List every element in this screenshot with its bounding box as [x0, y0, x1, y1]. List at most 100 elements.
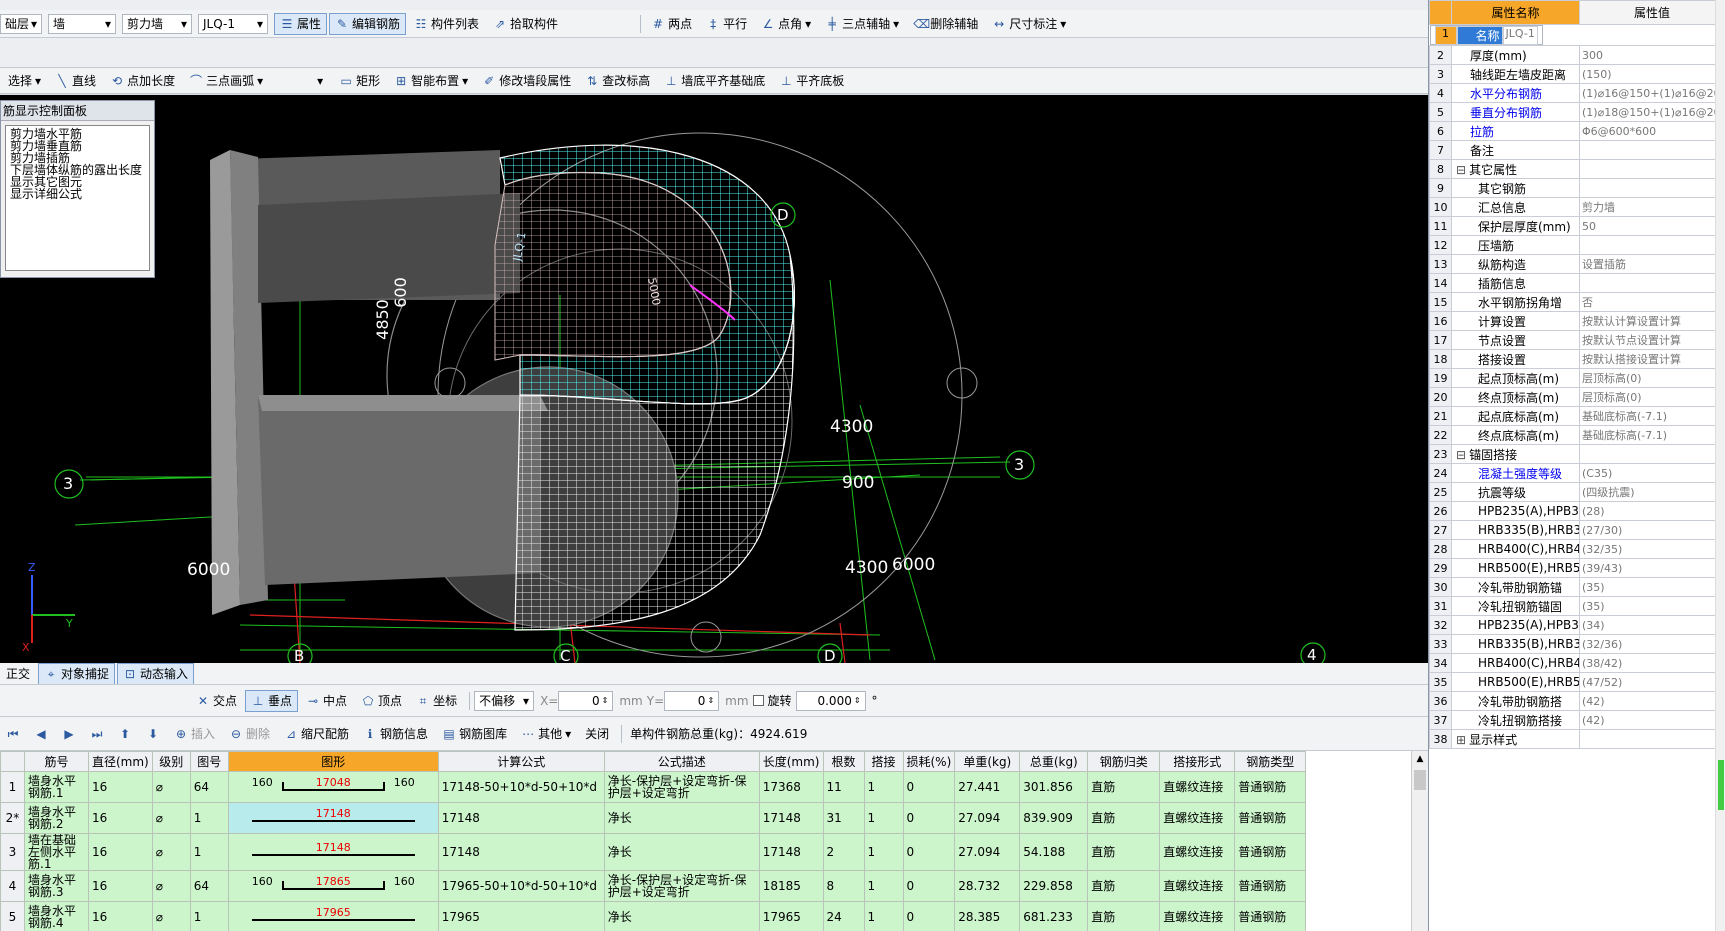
property-name[interactable]: HRB335(B),HRB3	[1451, 634, 1580, 654]
close-button[interactable]: 关闭	[579, 723, 615, 745]
cell-class[interactable]: 直筋	[1087, 833, 1161, 871]
cell-description[interactable]: 净长	[603, 833, 760, 871]
property-row[interactable]: 3 轴线距左墙皮距离 (150)	[1429, 64, 1725, 84]
scroll-thumb[interactable]	[1414, 770, 1426, 790]
grid-header-diameter[interactable]: 直径(mm)	[88, 751, 153, 772]
property-value[interactable]: 按默认搭接设置计算	[1579, 349, 1725, 369]
property-name[interactable]: 纵筋构造	[1451, 254, 1580, 274]
property-name[interactable]: 终点底标高(m)	[1451, 425, 1580, 445]
property-name[interactable]: 压墙筋	[1451, 235, 1580, 255]
midpoint-button[interactable]: ⊸ 中点	[300, 690, 353, 712]
cell-description[interactable]: 净长-保护层+设定弯折-保护层+设定弯折	[603, 771, 760, 803]
property-row[interactable]: 17 节点设置 按默认节点设置计算	[1429, 330, 1725, 350]
cell-grade[interactable]: ⌀	[151, 771, 191, 803]
property-value[interactable]: 300	[1579, 45, 1725, 65]
floor-select[interactable]: 础层 ▾	[0, 13, 42, 34]
property-name[interactable]: HRB400(C),HRB4	[1451, 653, 1580, 673]
property-name[interactable]: ⊞ 显示样式	[1451, 729, 1580, 749]
cell-formula[interactable]: 17148	[437, 802, 605, 834]
cell-figure[interactable]: 160 17048 160	[227, 771, 439, 803]
row-index[interactable]: 3	[0, 833, 25, 871]
property-row[interactable]: 12 压墙筋	[1429, 235, 1725, 255]
grid-header-lap-form[interactable]: 搭接形式	[1159, 751, 1236, 772]
insert-button[interactable]: ⊕ 插入	[168, 723, 221, 745]
property-button[interactable]: ☰ 属性	[274, 12, 328, 35]
parallel-button[interactable]: ‡ 平行	[700, 13, 753, 35]
property-name[interactable]: 水平分布钢筋	[1451, 83, 1580, 103]
property-name[interactable]: 备注	[1451, 140, 1580, 160]
intersection-button[interactable]: ✕ 交点	[190, 690, 243, 712]
property-value[interactable]: (C35)	[1579, 463, 1725, 483]
property-row[interactable]: 27 HRB335(B),HRB3 (27/30)	[1429, 520, 1725, 540]
row-index[interactable]: 4	[0, 870, 25, 902]
property-value[interactable]: 否	[1579, 292, 1725, 312]
property-value[interactable]: (27/30)	[1579, 520, 1725, 540]
cell-type[interactable]: 普通钢筋	[1234, 870, 1307, 902]
property-row[interactable]: 1 名称 JLQ-1	[1429, 25, 1543, 45]
property-row[interactable]: 26 HPB235(A),HPB3 (28)	[1429, 501, 1725, 521]
property-name[interactable]: 搭接设置	[1451, 349, 1580, 369]
last-record-button[interactable]: ⏭	[84, 723, 110, 745]
property-name[interactable]: ⊟ 锚固搭接	[1451, 444, 1580, 464]
property-row[interactable]: 7 备注	[1429, 140, 1725, 160]
props-scrollbar[interactable]	[1715, 0, 1725, 931]
perpendicular-button[interactable]: ⊥ 垂点	[245, 689, 299, 712]
grid-header-name[interactable]: 筋号	[24, 751, 89, 772]
cell-diameter[interactable]: 16	[88, 901, 153, 931]
cell-figure[interactable]: 17965	[227, 901, 439, 931]
property-row[interactable]: 2 厚度(mm) 300	[1429, 45, 1725, 65]
grid-header-count[interactable]: 根数	[822, 751, 865, 772]
cell-figure[interactable]: 17148	[227, 802, 439, 834]
property-row[interactable]: 24 混凝土强度等级 (C35)	[1429, 463, 1725, 483]
property-value[interactable]: (32/36)	[1579, 634, 1725, 654]
props-scroll-thumb[interactable]	[1718, 760, 1724, 810]
property-value[interactable]: (38/42)	[1579, 653, 1725, 673]
cell-type[interactable]: 普通钢筋	[1234, 901, 1307, 931]
vertex-button[interactable]: ⬠ 顶点	[355, 690, 408, 712]
property-row[interactable]: 30 冷轧带肋钢筋锚 (35)	[1429, 577, 1725, 597]
cell-lap[interactable]: 1	[863, 901, 904, 931]
property-value[interactable]: (42)	[1579, 710, 1725, 730]
property-name[interactable]: HRB400(C),HRB4	[1451, 539, 1580, 559]
property-value[interactable]	[1579, 273, 1725, 293]
cell-loss[interactable]: 0	[902, 802, 956, 834]
cell-lap-form[interactable]: 直螺纹连接	[1159, 771, 1236, 803]
property-row[interactable]: 6 拉筋 Φ6@600*600	[1429, 121, 1725, 141]
property-name[interactable]: 拉筋	[1451, 121, 1580, 141]
property-value[interactable]: (28)	[1579, 501, 1725, 521]
type-select[interactable]: 剪力墙 ▾	[122, 13, 192, 34]
property-value[interactable]: 50	[1579, 216, 1725, 236]
property-value[interactable]: Φ6@600*600	[1579, 121, 1725, 141]
property-name[interactable]: 保护层厚度(mm)	[1451, 216, 1580, 236]
grid-scrollbar[interactable]: ▲	[1411, 751, 1428, 931]
cell-unit-weight[interactable]: 28.385	[954, 901, 1021, 931]
property-name[interactable]: HPB235(A),HPB3	[1451, 501, 1580, 521]
grid-header-total-weight[interactable]: 总重(kg)	[1019, 751, 1089, 772]
cell-diameter[interactable]: 16	[88, 771, 153, 803]
property-value[interactable]: (150)	[1579, 64, 1725, 84]
x-input[interactable]: 0 ⇕	[558, 690, 614, 711]
cell-loss[interactable]: 0	[902, 771, 956, 803]
property-name[interactable]: 汇总信息	[1451, 197, 1580, 217]
cell-total-weight[interactable]: 229.858	[1019, 870, 1089, 902]
cell-diameter[interactable]: 16	[88, 802, 153, 834]
cell-count[interactable]: 24	[822, 901, 865, 931]
delete-axis-button[interactable]: ⌫ 删除辅轴	[907, 13, 984, 35]
cell-rebar-name[interactable]: 墙身水平钢筋.4	[24, 901, 89, 931]
cell-total-weight[interactable]: 681.233	[1019, 901, 1089, 931]
property-row[interactable]: 11 保护层厚度(mm) 50	[1429, 216, 1725, 236]
property-row[interactable]: 14 插筋信息	[1429, 273, 1725, 293]
cell-figure-no[interactable]: 64	[189, 771, 229, 803]
property-name[interactable]: 冷轧带肋钢筋锚	[1451, 577, 1580, 597]
cell-diameter[interactable]: 16	[88, 833, 153, 871]
move-up-button[interactable]: ⬆	[112, 723, 138, 745]
ortho-button[interactable]: 正交	[0, 663, 36, 684]
grid-header-description[interactable]: 公式描述	[603, 751, 760, 772]
cell-lap[interactable]: 1	[863, 833, 904, 871]
cell-type[interactable]: 普通钢筋	[1234, 771, 1307, 803]
table-row[interactable]: 1 墙身水平钢筋.1 16 ⌀ 64 160 17048 160 17148-50+10*d-5…	[0, 771, 1307, 803]
cell-unit-weight[interactable]: 27.094	[954, 833, 1021, 871]
grid-header-figure-no[interactable]: 图号	[189, 751, 229, 772]
expand-icon[interactable]: ⊞	[1456, 733, 1466, 747]
property-value[interactable]: 设置插筋	[1579, 254, 1725, 274]
